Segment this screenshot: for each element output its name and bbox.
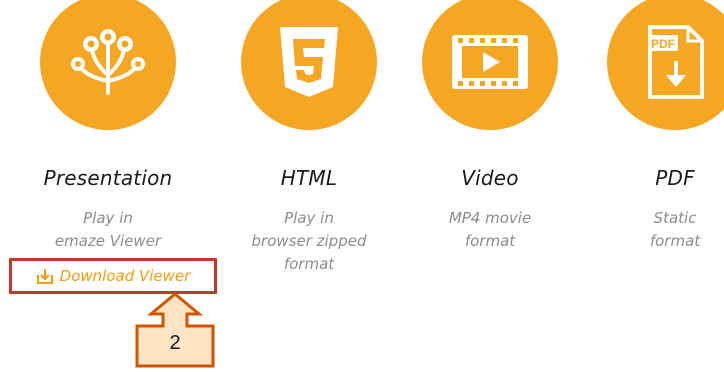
download-icon <box>36 269 53 284</box>
html-circle[interactable] <box>241 0 377 130</box>
format-description: MP4 movie format <box>448 209 532 250</box>
format-description: Play in emaze Viewer <box>54 209 162 250</box>
video-circle[interactable] <box>422 0 558 130</box>
download-viewer-label: Download Viewer <box>59 267 191 285</box>
format-title: PDF <box>655 166 695 190</box>
presentation-circle[interactable] <box>40 0 176 130</box>
pdf-download-icon: PDF <box>648 25 704 99</box>
download-viewer-link[interactable]: Download Viewer <box>9 258 217 294</box>
format-title: Presentation <box>43 166 173 190</box>
callout-arrow: 2 <box>133 292 217 368</box>
callout-number: 2 <box>169 332 181 354</box>
svg-text:PDF: PDF <box>651 37 675 51</box>
format-description: Play in browser zipped format <box>251 209 367 273</box>
video-play-icon <box>452 35 528 89</box>
pdf-circle[interactable]: PDF <box>607 0 724 130</box>
up-arrow-icon <box>135 292 215 368</box>
format-title: HTML <box>280 166 338 190</box>
format-description: Static format <box>649 209 701 250</box>
html5-icon <box>280 27 338 97</box>
format-title: Video <box>461 166 519 190</box>
peacock-icon <box>71 29 145 95</box>
